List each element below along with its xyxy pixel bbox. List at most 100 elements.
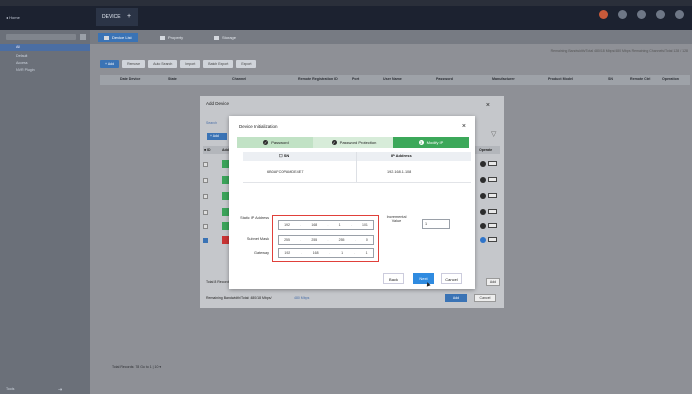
row-checkbox[interactable] <box>203 210 208 215</box>
alarm-icon[interactable] <box>599 10 608 19</box>
toolbar-export-button[interactable]: Export <box>236 60 257 68</box>
subtab-bar: Device List Property Storage <box>90 30 692 44</box>
incremental-value-input[interactable]: 1 <box>422 219 450 229</box>
next-button[interactable]: Next <box>413 273 434 284</box>
step-number-icon: 3 <box>418 140 424 145</box>
add-tab-button[interactable]: + <box>127 8 131 26</box>
column-header[interactable]: Channel <box>232 77 246 81</box>
column-header[interactable]: Product Model <box>548 77 573 81</box>
column-header-id[interactable]: ■ ID <box>204 148 211 152</box>
edit-icon[interactable] <box>488 237 497 242</box>
user-icon[interactable] <box>618 10 627 19</box>
status-dot-icon <box>480 193 486 199</box>
pager[interactable]: Total Records: 78 Go to 1 | 10 ▾ <box>112 365 161 369</box>
sidebar-item-access[interactable]: Access <box>16 61 76 65</box>
toolbar-add-button[interactable]: + Add <box>100 60 120 68</box>
column-header[interactable]: Port <box>352 77 359 81</box>
step-password-protection: ✓ Password Protection <box>313 137 395 148</box>
toolbar-import-button[interactable]: Import <box>180 60 201 68</box>
remaining-bandwidth-value: 480 Mbps <box>294 296 310 300</box>
check-icon: ✓ <box>263 140 269 145</box>
sidebar-tools-label[interactable]: Tools <box>6 387 14 391</box>
row-checkbox[interactable] <box>203 194 208 199</box>
close-icon[interactable]: × <box>462 123 466 130</box>
edit-icon[interactable] <box>488 209 497 214</box>
status-dot-icon <box>480 209 486 215</box>
device-ip: 192.168.1.108 <box>387 170 412 174</box>
toolbar-auto-search-button[interactable]: Auto Search <box>148 60 178 68</box>
device-sn: 6B0AFC0PAMDE4E7 <box>267 170 304 174</box>
add-cancel-button[interactable]: Cancel <box>474 294 496 302</box>
top-icons <box>599 10 684 19</box>
search-input[interactable] <box>6 34 76 40</box>
column-header-add[interactable]: Add <box>222 148 229 152</box>
column-header[interactable]: Manufacturer <box>492 77 515 81</box>
column-header-sn: ☐ SN <box>279 153 290 158</box>
subtab-label: Storage <box>222 35 237 40</box>
status-dot-icon <box>480 237 486 243</box>
arrow-icon[interactable]: ⇥ <box>58 387 62 393</box>
edit-icon[interactable] <box>488 161 497 166</box>
filter-icon[interactable] <box>80 34 86 40</box>
window-controls-icon[interactable] <box>675 10 684 19</box>
subtab-property[interactable]: Property <box>154 33 189 42</box>
storage-icon <box>214 35 219 40</box>
add-button[interactable]: + Add <box>207 133 227 140</box>
subtab-device-list[interactable]: Device List <box>98 33 138 42</box>
home-button[interactable]: ◂ Home <box>6 15 20 20</box>
sidebar-item-all[interactable]: All <box>16 45 76 49</box>
step-password: ✓ Password <box>237 137 315 148</box>
toolbar-batch-export-button[interactable]: Batch Export <box>203 60 234 68</box>
toolbar-remove-button[interactable]: Remove <box>122 60 146 68</box>
ip-fields-highlight <box>272 215 379 262</box>
subtab-storage[interactable]: Storage <box>208 33 242 42</box>
column-header[interactable]: SN <box>608 77 613 81</box>
close-icon[interactable]: × <box>486 102 490 109</box>
subtab-label: Property <box>168 35 184 40</box>
row-checkbox[interactable] <box>203 162 208 167</box>
toolbar: + Add Remove Auto Search Import Batch Ex… <box>100 60 257 68</box>
remaining-bandwidth-label: Remaining Bandwidth/Total: 480/18 Mbps/ <box>206 296 272 300</box>
table-row[interactable]: 6B0AFC0PAMDE4E7 192.168.1.108 <box>243 164 471 183</box>
column-header[interactable]: Remote Registration ID <box>298 77 338 81</box>
row-checkbox[interactable] <box>203 178 208 183</box>
device-table-header: ☐ SN IP Address <box>243 152 471 161</box>
help-icon[interactable] <box>656 10 665 19</box>
column-header[interactable]: User Name <box>383 77 402 81</box>
bandwidth-status: Remaining Bandwidth/Total 480/18 Mbps/48… <box>550 49 688 53</box>
total-records: Total 8 Records <box>206 280 231 284</box>
edit-icon[interactable] <box>488 223 497 228</box>
sn-label: SN <box>283 153 290 158</box>
row-checkbox[interactable] <box>203 224 208 229</box>
sidebar-item-default[interactable]: Default <box>16 54 76 58</box>
step-label: Password <box>271 140 289 145</box>
edit-icon[interactable] <box>488 193 497 198</box>
sidebar-item-nvr[interactable]: NVR Plugin <box>16 68 76 72</box>
gateway-label: Gateway <box>254 251 269 255</box>
wizard-steps: ✓ Password ✓ Password Protection 3 Modif… <box>237 137 469 148</box>
settings-icon[interactable] <box>637 10 646 19</box>
column-header[interactable]: Date Device <box>120 77 140 81</box>
dialog-title: Device Initialization <box>239 124 278 129</box>
cancel-button[interactable]: Cancel <box>441 273 462 284</box>
edit-icon[interactable] <box>488 177 497 182</box>
check-icon: ✓ <box>331 140 337 145</box>
status-dot-icon <box>480 161 486 167</box>
column-header[interactable]: Remote Ctrl <box>630 77 650 81</box>
column-header[interactable]: State <box>168 77 177 81</box>
add-small-button[interactable]: Add <box>486 278 500 286</box>
back-button[interactable]: Back <box>383 273 404 284</box>
subnet-mask-label: Subnet Mask <box>246 237 269 241</box>
dialog-title: Add Device <box>206 101 230 106</box>
title-strip <box>0 0 692 6</box>
device-initialization-dialog: Device Initialization × ✓ Password ✓ Pas… <box>229 116 475 289</box>
row-checkbox[interactable] <box>203 238 208 243</box>
column-header[interactable]: Operation <box>662 77 679 81</box>
filter-icon[interactable]: ▽ <box>491 130 496 138</box>
column-header[interactable]: Password <box>436 77 453 81</box>
search-link[interactable]: Search <box>206 121 217 125</box>
tab-device[interactable]: DEVICE <box>96 8 138 26</box>
step-modify-ip: 3 Modify IP <box>393 137 469 148</box>
add-confirm-button[interactable]: Add <box>445 294 467 302</box>
top-bar: ◂ Home DEVICE + <box>0 0 692 30</box>
